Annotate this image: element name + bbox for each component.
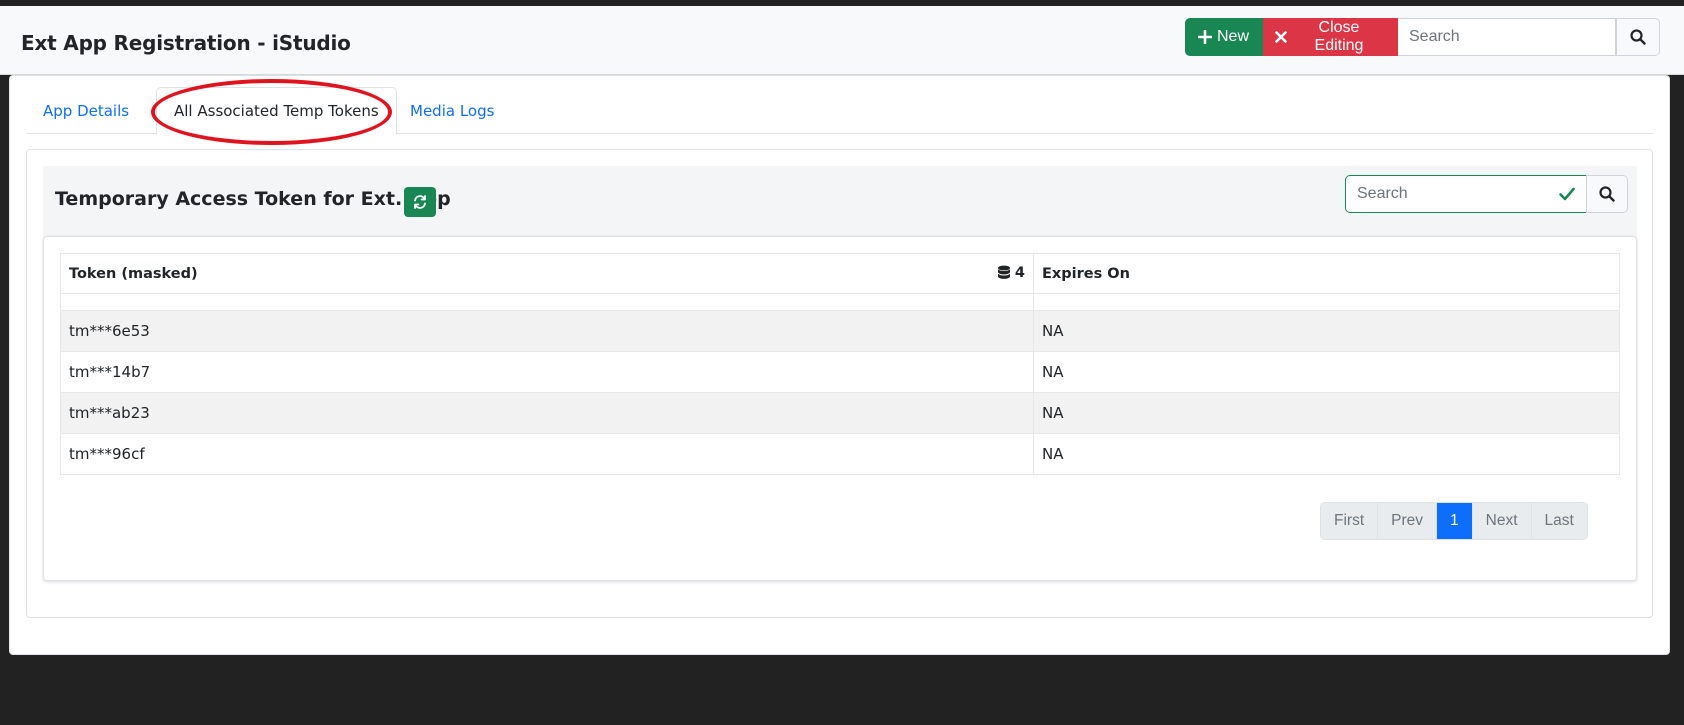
expires-cell: NA <box>1033 433 1620 475</box>
panel-search-placeholder: Search <box>1357 185 1408 202</box>
header-actions: New Close Editing Search <box>1185 18 1660 56</box>
header-search-button[interactable] <box>1616 18 1660 56</box>
close-editing-button[interactable]: Close Editing <box>1263 18 1398 56</box>
page-prev-button[interactable]: Prev <box>1378 503 1438 539</box>
record-count: 4 <box>997 265 1025 281</box>
search-icon <box>1599 186 1615 202</box>
tab-app-details-label: App Details <box>43 102 130 120</box>
tokens-panel: Temporary Access Token for Ext. App Sear… <box>26 149 1653 618</box>
page-title: Ext App Registration - iStudio <box>21 31 351 55</box>
tab-media-logs[interactable]: Media Logs <box>393 87 511 135</box>
main-card: App Details All Associated Temp Tokens M… <box>9 75 1670 655</box>
page-last-button[interactable]: Last <box>1531 503 1587 539</box>
column-header-expires-label: Expires On <box>1042 265 1130 282</box>
filter-cell-expires <box>1033 293 1620 311</box>
page-first-button[interactable]: First <box>1321 503 1379 539</box>
panel-title: Temporary Access Token for Ext. App <box>55 188 451 210</box>
table-row[interactable]: tm***14b7 NA <box>60 351 1620 393</box>
header-search-placeholder: Search <box>1409 28 1460 45</box>
plus-icon <box>1198 30 1212 44</box>
tab-temp-tokens[interactable]: All Associated Temp Tokens <box>156 87 397 135</box>
record-count-value: 4 <box>1014 265 1025 281</box>
tab-media-logs-label: Media Logs <box>410 102 495 120</box>
search-icon <box>1630 29 1646 45</box>
panel-search-input[interactable]: Search <box>1345 175 1587 213</box>
token-cell: tm***96cf <box>60 433 1034 475</box>
refresh-icon <box>414 195 426 209</box>
column-header-token-label: Token (masked) <box>69 265 198 282</box>
tokens-table: Token (masked) 4 Expires On tm***6e53 NA… <box>60 253 1620 475</box>
panel-search-button[interactable] <box>1586 175 1628 213</box>
table-card: Token (masked) 4 Expires On tm***6e53 NA… <box>43 236 1637 581</box>
refresh-button[interactable] <box>404 187 436 217</box>
expires-cell: NA <box>1033 351 1620 393</box>
tab-bar: App Details All Associated Temp Tokens M… <box>26 87 1653 135</box>
table-row[interactable]: tm***96cf NA <box>60 433 1620 475</box>
tab-temp-tokens-label: All Associated Temp Tokens <box>174 102 379 120</box>
tab-app-details[interactable]: App Details <box>26 87 146 135</box>
filter-row <box>60 293 1620 311</box>
table-row[interactable]: tm***6e53 NA <box>60 310 1620 352</box>
header-search-input[interactable]: Search <box>1398 18 1616 56</box>
check-icon <box>1559 187 1575 201</box>
token-cell: tm***6e53 <box>60 310 1034 352</box>
filter-cell-token <box>60 293 1034 311</box>
top-navbar: Ext App Registration - iStudio New Close… <box>0 6 1684 75</box>
expires-cell: NA <box>1033 392 1620 434</box>
close-icon <box>1275 31 1287 43</box>
column-header-token[interactable]: Token (masked) 4 <box>60 253 1034 294</box>
panel-header: Temporary Access Token for Ext. App Sear… <box>43 166 1637 239</box>
new-button[interactable]: New <box>1185 18 1263 56</box>
column-header-expires[interactable]: Expires On <box>1033 253 1620 294</box>
table-header-row: Token (masked) 4 Expires On <box>60 253 1620 294</box>
token-cell: tm***14b7 <box>60 351 1034 393</box>
database-icon <box>997 265 1010 279</box>
page-next-button[interactable]: Next <box>1472 503 1532 539</box>
close-editing-label: Close Editing <box>1314 19 1364 54</box>
new-button-label: New <box>1217 28 1250 45</box>
token-cell: tm***ab23 <box>60 392 1034 434</box>
table-row[interactable]: tm***ab23 NA <box>60 392 1620 434</box>
page-current-button[interactable]: 1 <box>1437 503 1473 539</box>
expires-cell: NA <box>1033 310 1620 352</box>
pagination: First Prev 1 Next Last <box>1320 502 1588 540</box>
